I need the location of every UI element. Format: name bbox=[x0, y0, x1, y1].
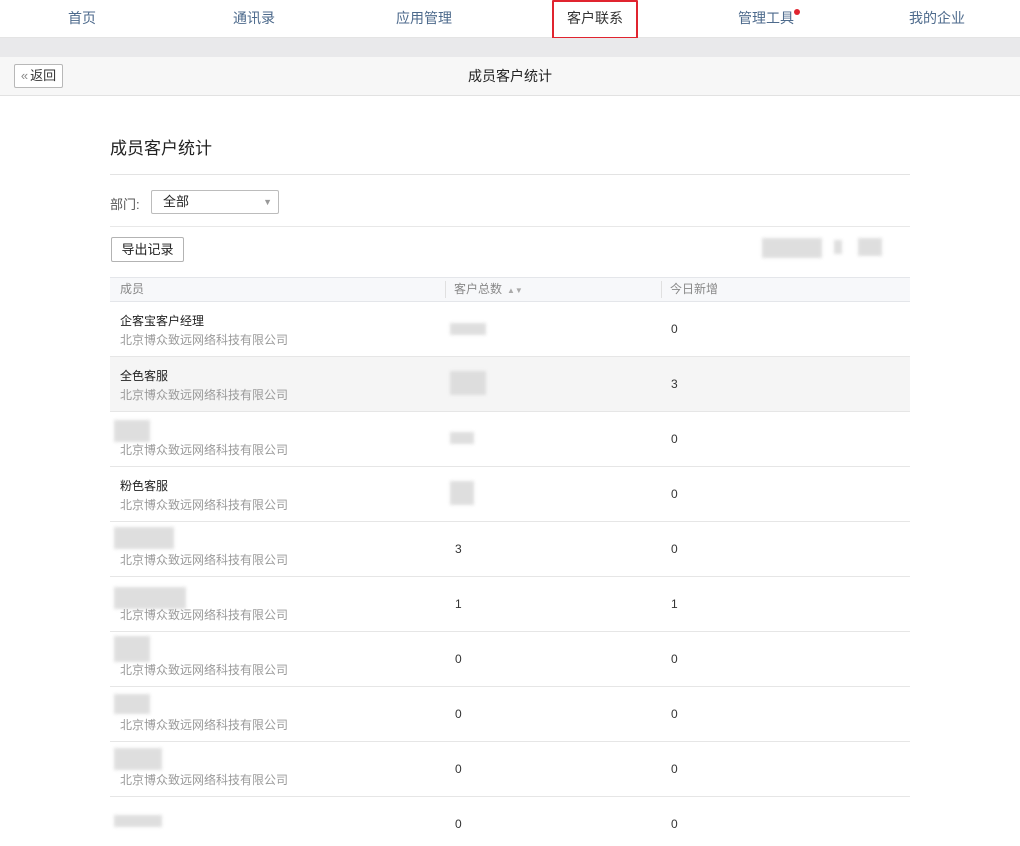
new-today-value: 0 bbox=[671, 652, 678, 666]
table-row[interactable]: 北京博众致远网络科技有限公司 3 0 bbox=[110, 522, 910, 577]
member-org: 北京博众致远网络科技有限公司 bbox=[120, 388, 289, 402]
member-org: 北京博众致远网络科技有限公司 bbox=[120, 443, 289, 457]
redacted-block bbox=[114, 748, 162, 770]
department-select-value: 全部 bbox=[163, 194, 190, 209]
sub-header: 成员客户统计 «返回 bbox=[0, 57, 1020, 96]
redacted-block bbox=[450, 371, 486, 395]
total-customers-value: 3 bbox=[455, 542, 462, 556]
header-total-label: 客户总数 bbox=[454, 282, 503, 296]
table-row[interactable]: 北京博众致远网络科技有限公司 0 bbox=[110, 412, 910, 467]
redacted-block bbox=[114, 636, 150, 662]
notification-dot bbox=[794, 9, 800, 15]
department-select[interactable]: 全部 ▼ bbox=[151, 190, 279, 214]
redacted-block bbox=[450, 481, 474, 505]
redacted-block bbox=[762, 238, 822, 258]
redacted-block bbox=[114, 420, 150, 442]
table-row[interactable]: 北京博众致远网络科技有限公司 0 0 bbox=[110, 632, 910, 687]
member-org: 北京博众致远网络科技有限公司 bbox=[120, 608, 289, 622]
nav-management-tools[interactable]: 管理工具 bbox=[730, 0, 802, 38]
header-new-today: 今日新增 bbox=[670, 282, 719, 296]
redacted-block bbox=[450, 432, 474, 444]
new-today-value: 0 bbox=[671, 817, 678, 831]
member-org: 北京博众致远网络科技有限公司 bbox=[120, 498, 289, 512]
divider bbox=[110, 226, 910, 227]
sort-icon[interactable]: ▲▼ bbox=[507, 286, 523, 295]
table-row[interactable]: 粉色客服 北京博众致远网络科技有限公司 0 bbox=[110, 467, 910, 522]
column-separator bbox=[661, 281, 662, 298]
sub-header-title: 成员客户统计 bbox=[468, 68, 552, 84]
divider bbox=[110, 174, 910, 175]
back-button-label: 返回 bbox=[30, 68, 57, 83]
member-name: 粉色客服 bbox=[120, 479, 169, 493]
table-row[interactable]: 0 0 bbox=[110, 797, 910, 846]
total-customers-value: 0 bbox=[455, 652, 462, 666]
new-today-value: 0 bbox=[671, 322, 678, 336]
total-customers-value: 0 bbox=[455, 817, 462, 831]
member-org: 北京博众致远网络科技有限公司 bbox=[120, 663, 289, 677]
nav-my-enterprise[interactable]: 我的企业 bbox=[900, 0, 974, 38]
table-row[interactable]: 北京博众致远网络科技有限公司 0 0 bbox=[110, 742, 910, 797]
member-name: 企客宝客户经理 bbox=[120, 314, 205, 328]
department-label: 部门: bbox=[110, 197, 140, 212]
table-row[interactable]: 企客宝客户经理 北京博众致远网络科技有限公司 0 bbox=[110, 302, 910, 357]
spacer-band bbox=[0, 38, 1020, 57]
nav-home[interactable]: 首页 bbox=[52, 0, 112, 38]
new-today-value: 0 bbox=[671, 487, 678, 501]
new-today-value: 0 bbox=[671, 432, 678, 446]
new-today-value: 0 bbox=[671, 762, 678, 776]
table-header: 成员 客户总数 ▲▼ 今日新增 bbox=[110, 277, 910, 302]
back-button[interactable]: «返回 bbox=[14, 64, 63, 88]
table-row[interactable]: 全色客服 北京博众致远网络科技有限公司 3 bbox=[110, 357, 910, 412]
new-today-value: 1 bbox=[671, 597, 678, 611]
redacted-block bbox=[834, 240, 842, 254]
member-stats-table: 成员 客户总数 ▲▼ 今日新增 企客宝客户经理 北京博众致远网络科技有限公司 0 … bbox=[110, 277, 910, 846]
export-records-button[interactable]: 导出记录 bbox=[111, 237, 184, 262]
column-separator bbox=[445, 281, 446, 298]
table-row[interactable]: 北京博众致远网络科技有限公司 0 0 bbox=[110, 687, 910, 742]
member-org: 北京博众致远网络科技有限公司 bbox=[120, 773, 289, 787]
new-today-value: 0 bbox=[671, 707, 678, 721]
member-org: 北京博众致远网络科技有限公司 bbox=[120, 553, 289, 567]
page-title: 成员客户统计 bbox=[110, 139, 212, 158]
new-today-value: 0 bbox=[671, 542, 678, 556]
double-chevron-left-icon: « bbox=[20, 68, 29, 83]
redacted-block bbox=[114, 527, 174, 549]
nav-management-tools-label: 管理工具 bbox=[738, 10, 794, 26]
new-today-value: 3 bbox=[671, 377, 678, 391]
nav-app-management[interactable]: 应用管理 bbox=[388, 0, 460, 38]
header-member: 成员 bbox=[120, 282, 145, 296]
redacted-block bbox=[450, 323, 486, 335]
nav-contacts[interactable]: 通讯录 bbox=[218, 0, 290, 38]
table-row[interactable]: 北京博众致远网络科技有限公司 1 1 bbox=[110, 577, 910, 632]
redacted-block bbox=[114, 815, 162, 827]
total-customers-value: 0 bbox=[455, 762, 462, 776]
caret-down-icon: ▼ bbox=[263, 197, 272, 207]
top-nav: 首页 通讯录 应用管理 客户联系 管理工具 我的企业 bbox=[0, 0, 1020, 39]
redacted-block bbox=[858, 238, 882, 256]
total-customers-value: 1 bbox=[455, 597, 462, 611]
total-customers-value: 0 bbox=[455, 707, 462, 721]
redacted-block bbox=[114, 694, 150, 714]
member-org: 北京博众致远网络科技有限公司 bbox=[120, 333, 289, 347]
member-org: 北京博众致远网络科技有限公司 bbox=[120, 718, 289, 732]
header-total-customers[interactable]: 客户总数 ▲▼ bbox=[454, 278, 523, 302]
member-name: 全色客服 bbox=[120, 369, 169, 383]
nav-customer-contact[interactable]: 客户联系 bbox=[552, 0, 638, 39]
